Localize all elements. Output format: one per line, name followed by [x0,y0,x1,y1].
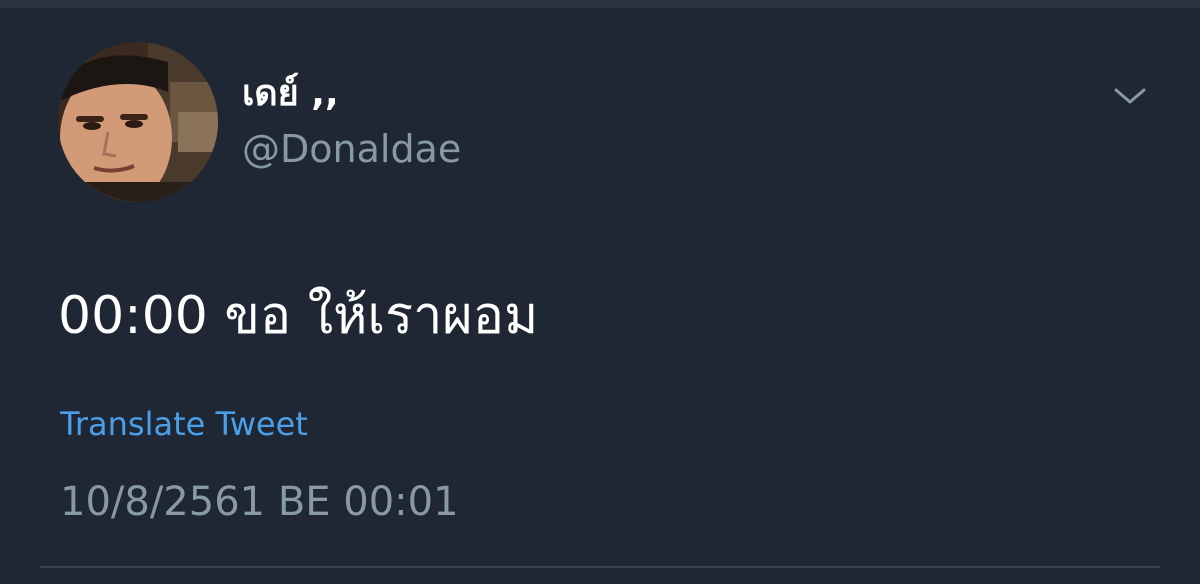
tweet-timestamp[interactable]: 10/8/2561 BE 00:01 [60,476,459,528]
avatar[interactable] [58,42,218,202]
profile-photo-icon [58,42,218,202]
translate-tweet-link[interactable]: Translate Tweet [60,404,308,444]
user-handle[interactable]: @Donaldae [242,126,461,172]
top-divider [0,0,1200,8]
display-name[interactable]: เดย์ ,, [242,72,339,116]
tweet-text: 00:00 ขอ ให้เราผอม [58,286,539,346]
chevron-down-icon [1114,88,1146,104]
tweet-menu-button[interactable] [1112,84,1148,108]
tweet-screen: เดย์ ,, @Donaldae 00:00 ขอ ให้เราผอม Tra… [0,0,1200,584]
bottom-divider [40,566,1160,568]
